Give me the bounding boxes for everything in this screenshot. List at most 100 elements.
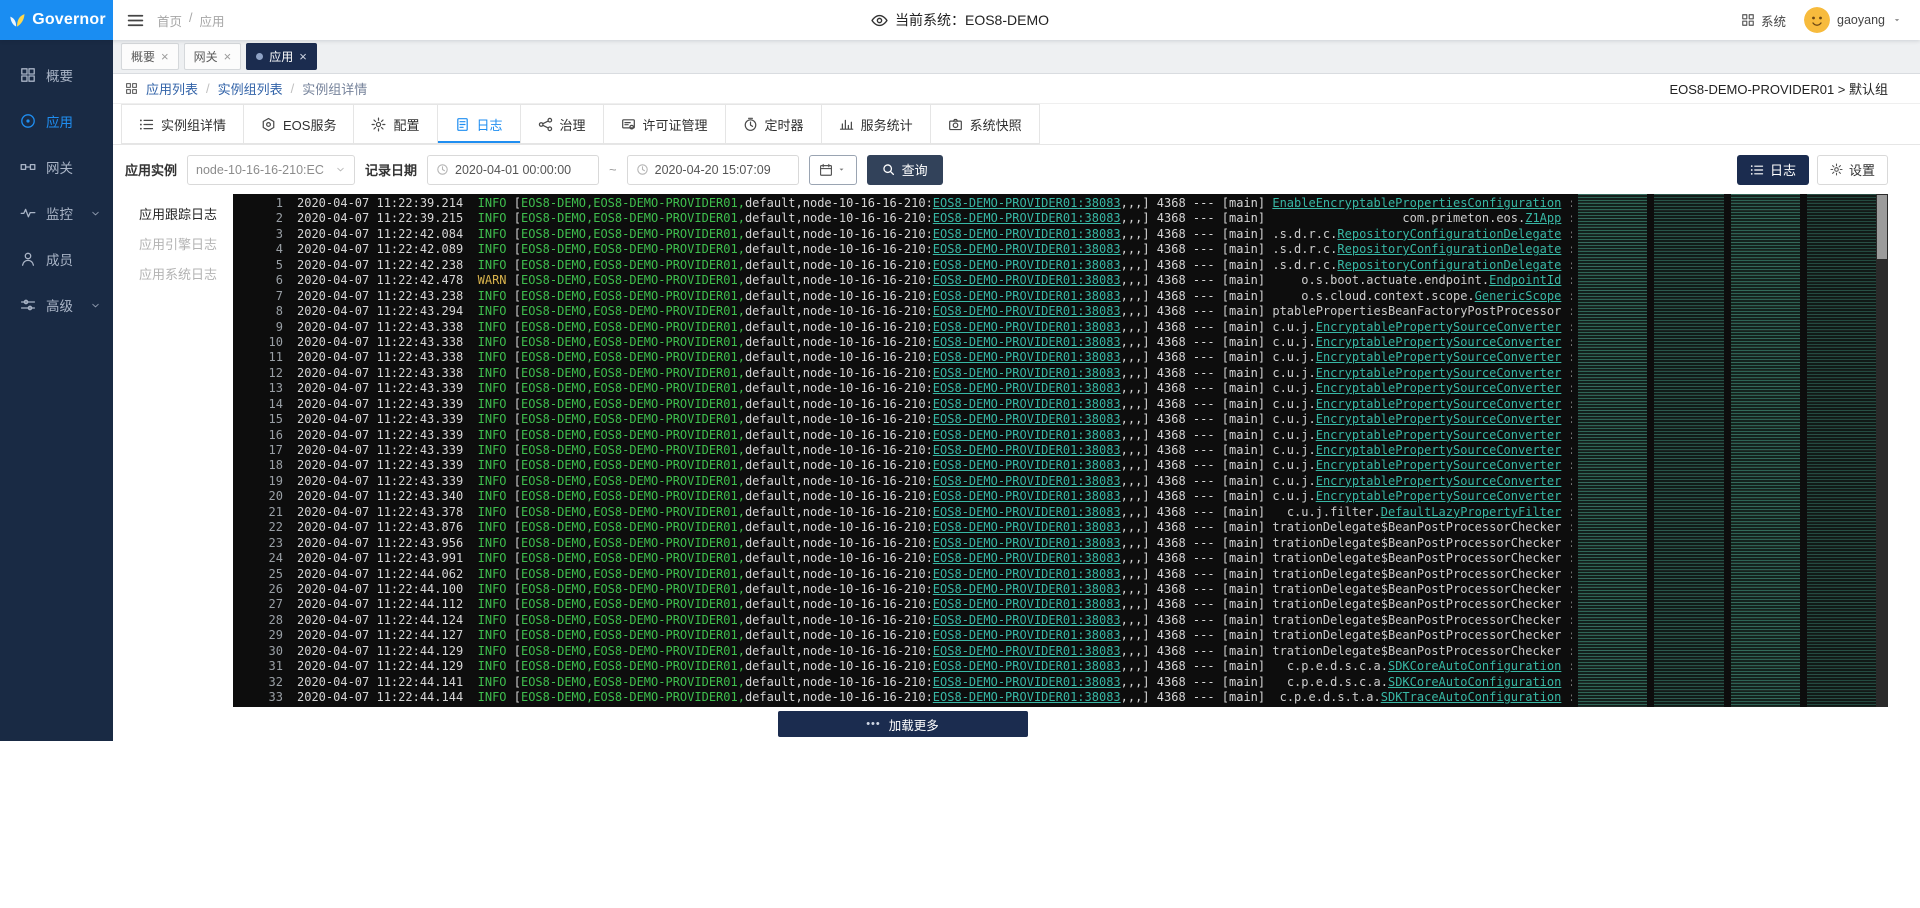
log-menu-item[interactable]: 应用跟踪日志 bbox=[113, 200, 233, 230]
filter-bar: 应用实例 node-10-16-16-210:EC 记录日期 ~ bbox=[113, 145, 1920, 194]
ellipsis-icon: ••• bbox=[866, 718, 881, 730]
settings-label: 设置 bbox=[1849, 160, 1875, 179]
eye-icon bbox=[871, 12, 888, 29]
sidebar: 概要应用网关监控成员高级 bbox=[0, 40, 113, 741]
gateway-icon bbox=[20, 159, 36, 175]
breadcrumb-link[interactable]: 应用列表 bbox=[146, 79, 198, 98]
page-breadcrumb-row: 应用列表/实例组列表/实例组详情 EOS8-DEMO-PROVIDER01 > … bbox=[113, 74, 1920, 104]
current-system-label: 当前系统：EOS8-DEMO bbox=[895, 10, 1049, 30]
query-button[interactable]: 查询 bbox=[867, 155, 943, 185]
sidebar-item-overview[interactable]: 概要 bbox=[0, 52, 113, 98]
detail-tabs: 实例组详情EOS服务 配置 日志治理 许可证管理定时器 服务统计 系统快照 bbox=[113, 104, 1920, 145]
close-icon[interactable]: × bbox=[299, 50, 307, 63]
members-icon bbox=[20, 251, 36, 267]
tab-stats[interactable]: 服务统计 bbox=[821, 104, 931, 144]
log-menu-item[interactable]: 应用引擎日志 bbox=[113, 230, 233, 260]
workspace-tab[interactable]: 应用× bbox=[246, 43, 317, 70]
clock-icon bbox=[636, 163, 649, 176]
avatar bbox=[1804, 7, 1830, 33]
workspace-tab[interactable]: 网关× bbox=[184, 43, 242, 70]
detail-tab-label: 许可证管理 bbox=[643, 115, 708, 134]
log-viewer: 12020-04-07 11:22:39.214 INFO [EOS8-DEMO… bbox=[233, 194, 1888, 707]
instance-select-value: node-10-16-16-210:EC bbox=[196, 163, 335, 177]
tab-snapshot[interactable]: 系统快照 bbox=[930, 104, 1040, 144]
tab-list[interactable]: 实例组详情 bbox=[121, 104, 244, 144]
log-icon bbox=[455, 117, 470, 132]
chevron-down-icon bbox=[335, 164, 346, 175]
tab-governance[interactable]: 治理 bbox=[520, 104, 604, 144]
settings-button[interactable]: 设置 bbox=[1817, 155, 1888, 185]
sidebar-item-members[interactable]: 成员 bbox=[0, 236, 113, 282]
range-separator: ~ bbox=[609, 162, 617, 177]
user-menu[interactable]: gaoyang bbox=[1804, 7, 1902, 33]
detail-tab-label: 服务统计 bbox=[861, 115, 913, 134]
sidebar-item-label: 高级 bbox=[46, 295, 73, 315]
sidebar-item-application[interactable]: 应用 bbox=[0, 98, 113, 144]
tab-log[interactable]: 日志 bbox=[437, 104, 521, 144]
topbar-right: 系统 gaoyang bbox=[1741, 7, 1920, 33]
log-view-button[interactable]: 日志 bbox=[1737, 155, 1809, 185]
view-toggle-group: 日志 设置 bbox=[1737, 155, 1888, 185]
log-minimap-column bbox=[1654, 194, 1723, 707]
apps-grid-icon[interactable] bbox=[125, 82, 138, 95]
topbar: Governor 首页 / 应用 当前系统：EOS8-DEMO 系统 gaoya… bbox=[0, 0, 1920, 40]
query-label: 查询 bbox=[902, 160, 928, 179]
sidebar-item-label: 应用 bbox=[46, 111, 73, 131]
overview-icon bbox=[20, 67, 36, 83]
log-minimap bbox=[1572, 194, 1876, 707]
menu-toggle-icon[interactable] bbox=[127, 12, 144, 29]
workspace-tab[interactable]: 概要 × bbox=[121, 43, 179, 70]
topbar-breadcrumb: 首页 / 应用 bbox=[157, 11, 225, 30]
log-column: 12020-04-07 11:22:39.214 INFO [EOS8-DEMO… bbox=[233, 194, 1888, 741]
current-system: 当前系统：EOS8-DEMO bbox=[871, 10, 1049, 30]
log-scrollbar[interactable] bbox=[1876, 194, 1888, 707]
governance-icon bbox=[538, 117, 553, 132]
breadcrumb-home[interactable]: 首页 bbox=[157, 11, 182, 30]
detail-tab-label: 系统快照 bbox=[970, 115, 1022, 134]
page-breadcrumb: 应用列表/实例组列表/实例组详情 bbox=[146, 79, 367, 98]
close-icon[interactable]: × bbox=[161, 50, 169, 63]
calendar-picker-button[interactable] bbox=[809, 155, 857, 185]
date-from-field[interactable] bbox=[427, 155, 599, 185]
workspace-tabbar: 概要×网关×应用× bbox=[113, 40, 1920, 74]
sidebar-item-label: 成员 bbox=[46, 249, 73, 269]
log-minimap-column bbox=[1807, 194, 1876, 707]
sidebar-item-gateway[interactable]: 网关 bbox=[0, 144, 113, 190]
governor-logo-icon bbox=[7, 10, 27, 30]
load-more-row: ••• 加载更多 bbox=[233, 707, 1888, 741]
detail-tab-label: 日志 bbox=[477, 115, 503, 134]
grid-icon bbox=[1741, 13, 1755, 27]
app-body: 概要应用网关监控成员高级 概要×网关×应用× 应用列表/实例组列表/实例组详情 … bbox=[0, 40, 1920, 741]
sidebar-item-monitor[interactable]: 监控 bbox=[0, 190, 113, 236]
caret-down-icon bbox=[837, 165, 846, 174]
load-more-button[interactable]: ••• 加载更多 bbox=[778, 711, 1028, 737]
instance-select[interactable]: node-10-16-16-210:EC bbox=[187, 155, 355, 185]
breadcrumb-separator: / bbox=[206, 81, 210, 96]
log-view-label: 日志 bbox=[1770, 160, 1796, 179]
logo[interactable]: Governor bbox=[0, 0, 113, 40]
system-menu[interactable]: 系统 bbox=[1741, 11, 1786, 30]
breadcrumb-link[interactable]: 实例组列表 bbox=[218, 79, 283, 98]
sidebar-item-advanced[interactable]: 高级 bbox=[0, 282, 113, 328]
breadcrumb-separator: / bbox=[189, 11, 192, 30]
sidebar-menu: 概要应用网关监控成员高级 bbox=[0, 52, 113, 328]
tab-timer[interactable]: 定时器 bbox=[725, 104, 822, 144]
calendar-icon bbox=[819, 163, 833, 177]
workspace-tab-label: 概要 bbox=[131, 48, 155, 65]
log-minimap-column bbox=[1578, 194, 1647, 707]
date-from-input[interactable] bbox=[455, 163, 590, 177]
sidebar-item-label: 概要 bbox=[46, 65, 73, 85]
tab-config[interactable]: 配置 bbox=[353, 104, 437, 144]
date-to-field[interactable] bbox=[627, 155, 799, 185]
detail-tab-label: 配置 bbox=[393, 115, 419, 134]
tab-license[interactable]: 许可证管理 bbox=[603, 104, 726, 144]
log-menu-item[interactable]: 应用系统日志 bbox=[113, 260, 233, 290]
log-scrollbar-thumb[interactable] bbox=[1877, 195, 1887, 259]
logo-text: Governor bbox=[32, 11, 106, 29]
tab-service[interactable]: EOS服务 bbox=[243, 104, 354, 144]
date-to-input[interactable] bbox=[655, 163, 790, 177]
load-more-label: 加载更多 bbox=[889, 715, 939, 734]
sidebar-item-label: 监控 bbox=[46, 203, 73, 223]
breadcrumb-separator: / bbox=[291, 81, 295, 96]
close-icon[interactable]: × bbox=[224, 50, 232, 63]
